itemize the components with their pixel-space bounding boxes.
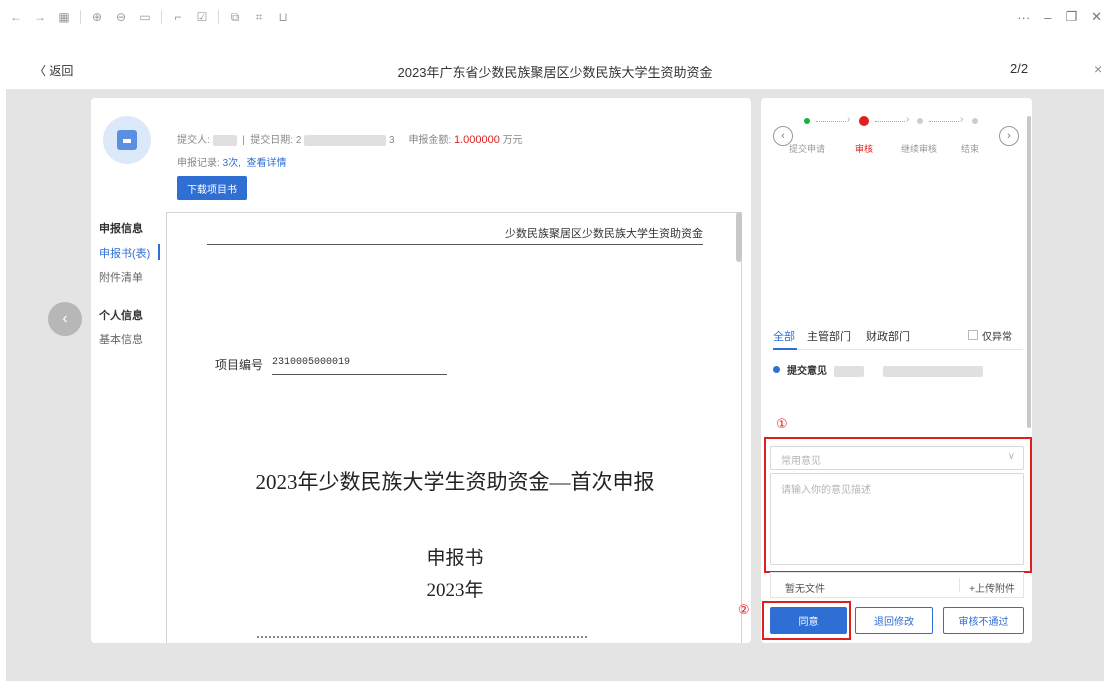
step-dot-end <box>972 118 978 124</box>
step-label-review: 审核 <box>855 144 874 154</box>
toolbar-divider <box>80 10 81 24</box>
more-icon[interactable]: ··· <box>1017 10 1030 25</box>
top-toolbar: ← → ▦ ⊕ ⊖ ▭ ⌐ ☑ ⧉ ⌗ ⊔ ··· – ❐ ✕ <box>0 0 1110 34</box>
step-dot-review <box>859 116 869 126</box>
annotation-box-agree <box>762 601 851 640</box>
crop-icon[interactable]: ⌐ <box>170 9 186 25</box>
step-connector <box>929 121 959 122</box>
timeline-dot <box>773 366 780 373</box>
nav-active-indicator <box>158 244 160 260</box>
page-counter: 2/2 <box>1010 61 1029 76</box>
tab-competent-dept[interactable]: 主管部门 <box>807 328 851 344</box>
step-next-icon[interactable]: › <box>999 126 1019 146</box>
reject-button[interactable]: 审核不通过 <box>943 607 1024 634</box>
nav-section-application: 申报信息 <box>99 223 143 235</box>
amount-label: 申报金额: <box>408 135 452 146</box>
view-details-link[interactable]: 查看详情 <box>246 158 286 169</box>
amount-value: 1.000000 <box>454 134 500 146</box>
step-connector <box>875 121 905 122</box>
grid-icon[interactable]: ▦ <box>56 9 72 25</box>
return-modify-button[interactable]: 退回修改 <box>855 607 933 634</box>
save-icon[interactable]: ⊔ <box>275 9 291 25</box>
prev-item-button[interactable]: ‹ <box>48 302 82 336</box>
step-dot-submit <box>804 118 810 124</box>
attachment-row: 暂无文件 +上传附件 <box>770 572 1024 598</box>
project-number-value: 2310005000019 <box>272 357 447 375</box>
redacted-person <box>833 365 864 377</box>
opinion-placeholder: 请输入你的意见描述 <box>781 485 871 496</box>
nav-item-application-form[interactable]: 申报书(表) <box>99 245 150 261</box>
close-icon[interactable]: × <box>1094 61 1102 77</box>
restore-icon[interactable]: ❐ <box>1065 9 1077 25</box>
step-label-end: 结束 <box>961 144 980 154</box>
submit-date-tail: 3 <box>388 135 395 146</box>
tab-finance-dept[interactable]: 财政部门 <box>866 328 910 344</box>
back-icon[interactable]: ← <box>8 9 24 25</box>
amount-unit: 万元 <box>502 135 523 146</box>
toolbar-divider <box>161 10 162 24</box>
step-dot-continue <box>917 118 923 124</box>
project-number-label: 项目编号 <box>215 358 264 372</box>
step-label-continue: 继续审核 <box>901 144 938 154</box>
submission-meta: 提交人: | 提交日期: 2 3 申报金额: 1.000000 万元 <box>177 134 523 146</box>
edit-icon[interactable]: ☑ <box>194 9 210 25</box>
opinion-textarea[interactable]: 请输入你的意见描述 <box>770 473 1024 565</box>
scan-icon[interactable]: ⌗ <box>251 9 267 25</box>
window-controls: ··· – ❐ ✕ <box>1017 0 1102 34</box>
submit-date-label: 提交日期: 2 <box>250 135 302 146</box>
document-year: 2023年 <box>426 580 484 601</box>
zoom-out-icon[interactable]: ⊖ <box>113 9 129 25</box>
common-opinion-select[interactable]: 常用意见 ∨ <box>770 446 1024 470</box>
nav-section-personal: 个人信息 <box>99 310 143 322</box>
common-opinion-placeholder: 常用意见 <box>781 456 821 467</box>
toolbar-divider <box>218 10 219 24</box>
annotation-marker-two: ② <box>738 602 750 617</box>
attachment-divider <box>959 578 960 592</box>
only-abnormal-label[interactable]: 仅异常 <box>982 328 1012 343</box>
nav-item-attachments[interactable]: 附件清单 <box>99 269 143 285</box>
fit-icon[interactable]: ▭ <box>137 9 153 25</box>
download-project-button[interactable]: 下载项目书 <box>177 176 247 200</box>
record-label: 申报记录: <box>177 158 220 169</box>
document-title: 2023年少数民族大学生资助资金—首次申报 <box>255 470 655 494</box>
step-label-submit: 提交申请 <box>789 144 826 154</box>
document-subtitle: 申报书 <box>426 548 484 569</box>
building-icon <box>103 116 151 164</box>
annotation-marker-one: ① <box>776 416 788 431</box>
only-abnormal-checkbox[interactable] <box>968 330 978 340</box>
timeline-entry-label: 提交意见 <box>787 366 827 377</box>
chevron-down-icon: ∨ <box>1007 451 1015 462</box>
record-count: 3次, <box>222 158 241 169</box>
submitter-label: 提交人: <box>177 135 210 146</box>
chevron-right-icon: › <box>960 114 964 125</box>
upload-attachment-button[interactable]: +上传附件 <box>969 580 1015 595</box>
close-window-icon[interactable]: ✕ <box>1091 9 1102 25</box>
document-viewer[interactable]: 少数民族聚居区少数民族大学生资助资金 项目编号 2310005000019 20… <box>166 212 742 643</box>
no-file-text: 暂无文件 <box>785 584 825 595</box>
nav-item-basic-info[interactable]: 基本信息 <box>99 331 143 347</box>
application-card: 提交人: | 提交日期: 2 3 申报金额: 1.000000 万元 申报记录:… <box>91 98 751 643</box>
redacted-time <box>882 365 983 377</box>
tab-active-underline <box>773 348 797 350</box>
document-header: 少数民族聚居区少数民族大学生资助资金 <box>207 225 703 245</box>
timeline-entry: 提交意见 <box>787 362 983 377</box>
opinion-tabs: 全部 主管部门 财政部门 仅异常 <box>773 328 1023 350</box>
page-title: 2023年广东省少数民族聚居区少数民族大学生资助资金 <box>397 65 713 80</box>
zoom-in-icon[interactable]: ⊕ <box>89 9 105 25</box>
chevron-right-icon: › <box>847 114 851 125</box>
record-meta: 申报记录: 3次, 查看详情 <box>177 154 286 169</box>
chevron-right-icon: › <box>906 114 910 125</box>
tab-all[interactable]: 全部 <box>773 328 795 344</box>
document-scrollbar[interactable] <box>736 212 742 262</box>
minimize-icon[interactable]: – <box>1044 10 1051 25</box>
redacted-date <box>304 134 387 146</box>
redacted-name <box>212 134 237 146</box>
review-panel: ‹ › › › › 提交申请 审核 继续审核 结束 全部 主管部门 财政部门 仅… <box>761 98 1032 643</box>
page-header: 〈 返回 2023年广东省少数民族聚居区少数民族大学生资助资金 2/2 × <box>0 56 1110 86</box>
copy-icon[interactable]: ⧉ <box>227 9 243 25</box>
step-connector <box>816 121 846 122</box>
document-cutoff-text <box>257 636 587 642</box>
forward-icon[interactable]: → <box>32 9 48 25</box>
panel-scrollbar[interactable] <box>1027 116 1031 428</box>
